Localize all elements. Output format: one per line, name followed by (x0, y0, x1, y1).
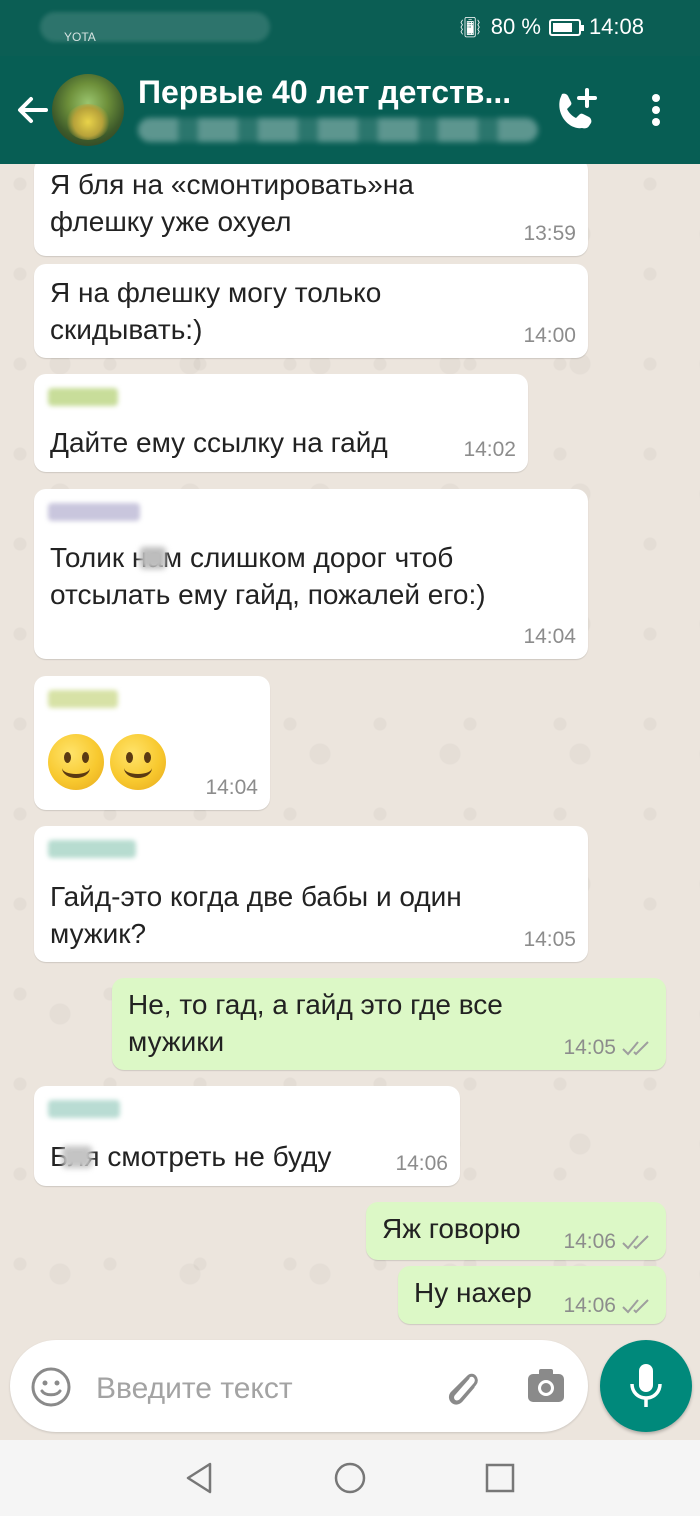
camera-icon[interactable] (526, 1366, 566, 1406)
battery-level (552, 22, 572, 32)
nav-back-icon[interactable] (182, 1460, 218, 1496)
message-time: 13:59 (523, 222, 576, 245)
message-time: 14:05 (563, 1036, 616, 1059)
chat-header: Первые 40 лет детств... (0, 56, 700, 164)
message-incoming[interactable]: 14:04 (34, 676, 270, 810)
double-check-icon (622, 1235, 649, 1250)
message-time: 14:06 (563, 1230, 616, 1253)
message-text: Дайте ему ссылку на гайд (50, 427, 388, 458)
more-vert-icon[interactable] (640, 86, 672, 134)
battery-icon (548, 18, 584, 36)
carrier-name: YOTA (64, 30, 96, 44)
composer (0, 1340, 700, 1440)
message-time: 14:06 (395, 1152, 448, 1175)
message-incoming[interactable]: Толик нам слишком дорог чтоб отсылать ем… (34, 489, 588, 659)
status-right: 📳︎ 80 % 14:08 (457, 14, 644, 40)
message-input[interactable] (94, 1368, 418, 1410)
sender-name-blurred (48, 840, 136, 858)
censored-blur (62, 1146, 92, 1168)
message-text: Я на флешку могу только скидывать:) (50, 277, 382, 345)
message-time: 14:04 (523, 625, 576, 648)
system-nav-bar (0, 1440, 700, 1516)
message-text: Гайд-это когда две бабы и один мужик? (50, 881, 462, 949)
chat-participants-blurred[interactable] (138, 118, 538, 142)
add-call-icon[interactable] (552, 86, 600, 134)
message-input-container[interactable] (10, 1340, 588, 1432)
message-text: Не, то гад, а гайд это где все мужики (128, 989, 503, 1057)
message-outgoing[interactable]: Не, то гад, а гайд это где все мужики 14… (112, 978, 666, 1070)
message-time-status: 14:05 (563, 1036, 652, 1060)
voice-record-button[interactable] (600, 1340, 692, 1432)
vibrate-icon: 📳︎ (457, 16, 483, 39)
message-time: 14:00 (523, 324, 576, 347)
sender-name-blurred (48, 388, 118, 406)
message-time: 14:04 (205, 776, 258, 799)
slightly-smiling-face-icon (48, 734, 104, 790)
mic-icon (630, 1364, 662, 1407)
smile-icon[interactable] (30, 1366, 72, 1408)
paperclip-icon[interactable] (438, 1364, 484, 1410)
message-outgoing[interactable]: Ну нахер 14:06 (398, 1266, 666, 1324)
message-incoming[interactable]: Гайд-это когда две бабы и один мужик? 14… (34, 826, 588, 962)
message-incoming[interactable]: Бля смотреть не буду 14:06 (34, 1086, 460, 1186)
message-text: Яж говорю (382, 1213, 521, 1244)
arrow-left-icon[interactable] (12, 90, 52, 130)
message-incoming[interactable]: Я на флешку могу только скидывать:) 14:0… (34, 264, 588, 358)
message-time-status: 14:06 (563, 1294, 652, 1318)
group-avatar[interactable] (52, 74, 124, 146)
message-time: 14:05 (523, 928, 576, 951)
slightly-smiling-face-icon (110, 734, 166, 790)
message-time: 14:02 (463, 438, 516, 461)
chat-title[interactable]: Первые 40 лет детств... (138, 74, 538, 111)
message-text: Ну нахер (414, 1277, 532, 1308)
message-text: Бля смотреть не буду (50, 1141, 332, 1172)
message-text: Я бля на «смонтировать»на флешку уже оху… (50, 169, 414, 237)
message-time-status: 14:06 (563, 1230, 652, 1254)
status-bar: YOTA 📳︎ 80 % 14:08 (0, 0, 700, 56)
message-text: Толик нам слишком дорог чтоб отсылать ем… (50, 542, 486, 610)
censored-blur (140, 547, 166, 569)
sender-name-blurred (48, 1100, 120, 1118)
sender-name-blurred (48, 690, 118, 708)
message-incoming[interactable]: Я бля на «смонтировать»на флешку уже оху… (34, 164, 588, 256)
message-incoming[interactable]: Дайте ему ссылку на гайд 14:02 (34, 374, 528, 472)
double-check-icon (622, 1299, 649, 1314)
status-time: 14:08 (588, 14, 644, 39)
double-check-icon (622, 1041, 649, 1056)
sender-name-blurred (48, 503, 140, 521)
message-outgoing[interactable]: Яж говорю 14:06 (366, 1202, 666, 1260)
nav-recent-apps-icon[interactable] (482, 1460, 518, 1496)
nav-home-icon[interactable] (332, 1460, 368, 1496)
message-list[interactable]: Я бля на «смонтировать»на флешку уже оху… (0, 164, 700, 1340)
message-time: 14:06 (563, 1294, 616, 1317)
battery-percent: 80 % (490, 14, 541, 39)
